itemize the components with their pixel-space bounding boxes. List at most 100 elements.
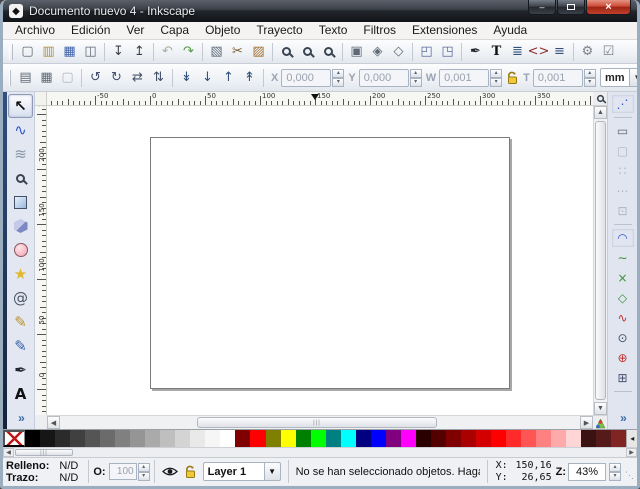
document-properties-button[interactable]: ☑ xyxy=(598,41,619,62)
tweak-tool-button[interactable]: ≋ xyxy=(8,142,33,166)
rotate-ccw-button[interactable]: ↺ xyxy=(85,67,106,88)
color-swatch[interactable] xyxy=(160,430,175,447)
color-swatch[interactable] xyxy=(190,430,205,447)
horizontal-scrollbar[interactable]: ◀ ||| ▶ xyxy=(47,415,593,429)
menu-item-ayuda[interactable]: Ayuda xyxy=(485,22,535,39)
star-tool-button[interactable]: ★ xyxy=(8,262,33,286)
zoom-corner-button[interactable] xyxy=(593,92,607,106)
snap-bbox-corners-button[interactable]: ∷ xyxy=(611,161,635,181)
snap-page-border-button[interactable]: ⊞ xyxy=(611,368,635,388)
width-field[interactable]: 0,001 xyxy=(439,69,489,87)
zoom-drawing-button[interactable] xyxy=(297,41,318,62)
color-swatch[interactable] xyxy=(296,430,311,447)
color-swatch[interactable] xyxy=(145,430,160,447)
stroke-value[interactable]: N/D xyxy=(59,472,78,484)
width-field-spinner[interactable]: ▴▾ xyxy=(490,69,502,87)
palette-scroll-thumb[interactable]: ||| xyxy=(15,449,73,456)
menu-item-ver[interactable]: Ver xyxy=(118,22,152,39)
scroll-down-icon[interactable]: ▼ xyxy=(594,402,607,415)
horizontal-scroll-thumb[interactable]: ||| xyxy=(197,417,437,428)
open-document-button[interactable]: ▥ xyxy=(38,41,59,62)
snap-path-intersections-button[interactable]: × xyxy=(611,268,635,288)
rotate-cw-button[interactable]: ↻ xyxy=(106,67,127,88)
color-swatch[interactable] xyxy=(386,430,401,447)
raise-one-step-button[interactable]: ↑ xyxy=(218,67,239,88)
calligraphy-tool-button[interactable]: ✒ xyxy=(8,358,33,382)
color-swatch[interactable] xyxy=(55,430,70,447)
scroll-left-icon[interactable]: ◀ xyxy=(47,416,60,429)
color-swatch[interactable] xyxy=(446,430,461,447)
layers-dialog-button[interactable]: ≣ xyxy=(507,41,528,62)
opacity-spinner[interactable]: ▴▾ xyxy=(138,463,150,480)
menu-item-edicion[interactable]: Edición xyxy=(63,22,118,39)
snap-bbox-edge-midpoints-button[interactable]: ⋯ xyxy=(611,181,635,201)
redo-button[interactable]: ↷ xyxy=(178,41,199,62)
menu-item-filtros[interactable]: Filtros xyxy=(355,22,404,39)
snap-object-centers-button[interactable]: ⊕ xyxy=(611,348,635,368)
color-swatch[interactable] xyxy=(205,430,220,447)
color-swatch[interactable] xyxy=(581,430,596,447)
color-swatch[interactable] xyxy=(326,430,341,447)
color-swatch[interactable] xyxy=(311,430,326,447)
create-clone-button[interactable]: ◈ xyxy=(367,41,388,62)
snap-bbox-centers-button[interactable]: ⊡ xyxy=(611,201,635,221)
pencil-tool-button[interactable]: ✎ xyxy=(8,310,33,334)
zoom-page-button[interactable] xyxy=(318,41,339,62)
snap-nodes-button[interactable]: ◠ xyxy=(611,228,635,248)
raise-to-top-button[interactable]: ↟ xyxy=(239,67,260,88)
zoom-spinner[interactable]: ▴▾ xyxy=(609,463,621,481)
minimize-button[interactable]: – xyxy=(528,0,556,15)
palette-scroll-left-icon[interactable]: ◀ xyxy=(3,448,14,457)
y-field[interactable]: 0,000 xyxy=(359,69,409,87)
color-swatch[interactable] xyxy=(356,430,371,447)
color-swatch[interactable] xyxy=(40,430,55,447)
lower-one-step-button[interactable]: ↓ xyxy=(197,67,218,88)
xml-editor-button[interactable]: <> xyxy=(528,41,549,62)
snapbar-overflow-chevron[interactable]: » xyxy=(620,411,627,425)
color-swatch[interactable] xyxy=(341,430,356,447)
color-swatch[interactable] xyxy=(611,430,626,447)
horizontal-ruler[interactable]: -50050100150200250300350 xyxy=(47,92,593,106)
color-swatch[interactable] xyxy=(130,430,145,447)
palette-prev-icon[interactable]: ◂ xyxy=(626,430,637,447)
snap-cusp-nodes-button[interactable]: ◇ xyxy=(611,288,635,308)
vertical-scroll-thumb[interactable] xyxy=(595,121,606,400)
color-swatch[interactable] xyxy=(536,430,551,447)
import-button[interactable]: ↧ xyxy=(108,41,129,62)
duplicate-button[interactable]: ▣ xyxy=(346,41,367,62)
height-field[interactable]: 0,001 xyxy=(533,69,583,87)
canvas-viewport[interactable] xyxy=(47,106,593,415)
print-document-button[interactable]: ◫ xyxy=(80,41,101,62)
zoom-selection-button[interactable] xyxy=(276,41,297,62)
paste-button[interactable]: ▨ xyxy=(248,41,269,62)
close-button[interactable]: × xyxy=(586,0,631,15)
layer-dropdown[interactable]: Layer 1 ▼ xyxy=(203,462,281,481)
spiral-tool-button[interactable]: @ xyxy=(8,286,33,310)
layer-lock-icon[interactable] xyxy=(184,465,197,479)
zoom-tool-button[interactable] xyxy=(8,166,33,190)
flip-vertical-button[interactable]: ⇅ xyxy=(148,67,169,88)
menu-item-capa[interactable]: Capa xyxy=(152,22,197,39)
select-all-layers-button[interactable]: ▦ xyxy=(36,67,57,88)
undo-button[interactable]: ↶ xyxy=(157,41,178,62)
color-managed-view-icon[interactable] xyxy=(593,415,607,429)
layer-visibility-eye-icon[interactable] xyxy=(162,466,178,477)
align-dialog-button[interactable]: ≡ xyxy=(549,41,570,62)
zoom-field[interactable]: 43% xyxy=(568,463,606,481)
y-field-spinner[interactable]: ▴▾ xyxy=(410,69,422,87)
snap-toggle-button[interactable]: ⋰ xyxy=(611,94,635,114)
color-swatch[interactable] xyxy=(25,430,40,447)
fill-value[interactable]: N/D xyxy=(59,460,78,472)
color-swatch[interactable] xyxy=(85,430,100,447)
ungroup-button[interactable]: ◳ xyxy=(437,41,458,62)
color-swatch[interactable] xyxy=(70,430,85,447)
color-swatch[interactable] xyxy=(506,430,521,447)
menu-item-trayecto[interactable]: Trayecto xyxy=(248,22,310,39)
save-document-button[interactable]: ▦ xyxy=(59,41,80,62)
color-swatch[interactable] xyxy=(266,430,281,447)
scroll-up-icon[interactable]: ▲ xyxy=(594,106,607,119)
ellipse-tool-button[interactable] xyxy=(8,238,33,262)
x-field-spinner[interactable]: ▴▾ xyxy=(332,69,344,87)
color-swatch[interactable] xyxy=(250,430,265,447)
inkscape-preferences-button[interactable]: ⚙ xyxy=(577,41,598,62)
